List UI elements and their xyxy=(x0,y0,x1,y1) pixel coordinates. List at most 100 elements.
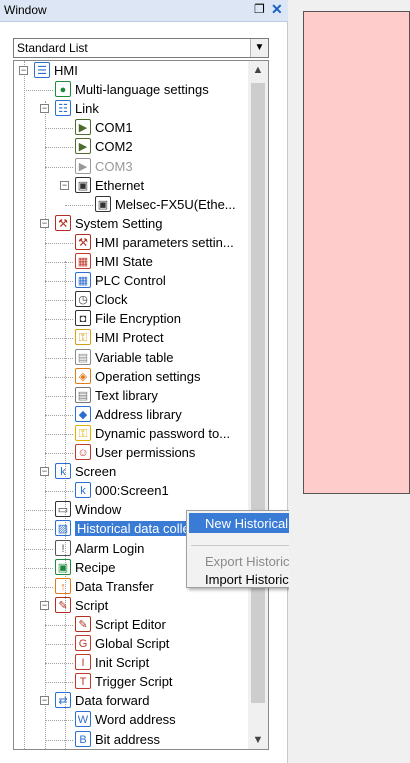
scroll-down-icon[interactable]: ▼ xyxy=(248,731,268,749)
tree-item-label: User permissions xyxy=(95,445,196,460)
tree-connector xyxy=(45,147,73,149)
port-icon: ▶ xyxy=(75,119,91,136)
tree-item-label: Address library xyxy=(95,406,182,422)
tree-item-addrlib[interactable]: ◆ Address library xyxy=(14,405,248,424)
globe-icon: ● xyxy=(55,81,71,98)
scroll-up-icon[interactable]: ▲ xyxy=(248,61,268,79)
pin-icon[interactable]: ❐ xyxy=(254,2,265,16)
tree-connector xyxy=(45,739,73,741)
collapse-toggle-icon[interactable]: − xyxy=(19,66,28,75)
operation-icon: ◈ xyxy=(75,367,91,384)
tree-connector xyxy=(45,166,73,168)
scroll-thumb[interactable] xyxy=(251,83,265,703)
view-mode-select[interactable]: Standard List ▼ xyxy=(13,38,269,58)
collapse-toggle-icon[interactable]: − xyxy=(40,104,49,114)
tree-item-userperm[interactable]: ☺ User permissions xyxy=(14,444,248,462)
tree-item-com2[interactable]: ▶ COM2 xyxy=(14,138,248,156)
collapse-toggle-icon[interactable]: − xyxy=(40,467,49,477)
tree-item-vartable[interactable]: ▤ Variable table xyxy=(14,348,248,367)
chevron-down-icon[interactable]: ▼ xyxy=(250,39,268,57)
tree-item-clock[interactable]: ◷ Clock xyxy=(14,291,248,309)
text-library-icon: ▤ xyxy=(75,386,91,403)
tree-item-label: Window xyxy=(75,502,122,518)
screen-page-icon: k xyxy=(75,482,91,499)
tree-item-hmiparams[interactable]: ⚒ HMI parameters settin... xyxy=(14,233,248,252)
tree-item-label: COM1 xyxy=(95,120,133,136)
tree-connector xyxy=(45,395,73,397)
tree-item-ethernet[interactable]: − ▣ Ethernet xyxy=(14,176,248,195)
tree-item-label: Init Script xyxy=(95,655,150,671)
ethernet-device-icon: ▣ xyxy=(95,195,111,212)
users-icon: ☺ xyxy=(75,444,91,460)
tree-item-screen1[interactable]: k 000:Screen1 xyxy=(14,482,248,500)
tree-item-hmi[interactable]: − ☰ HMI xyxy=(14,62,248,80)
global-script-icon: G xyxy=(75,635,91,651)
tree-connector xyxy=(45,357,73,359)
tree-connector xyxy=(65,204,93,206)
script-editor-icon: ✎ xyxy=(75,615,91,632)
tree-item-fileenc[interactable]: ◘ File Encryption xyxy=(14,310,248,328)
tree-item-opset[interactable]: ◈ Operation settings xyxy=(14,367,248,386)
tree-item-wordaddr[interactable]: W Word address xyxy=(14,711,248,729)
tree-item-initscript[interactable]: I Init Script xyxy=(14,654,248,672)
tree-item-bitaddr[interactable]: B Bit address xyxy=(14,730,248,749)
bit-address-icon: B xyxy=(75,730,91,747)
tree-item-melsec[interactable]: ▣ Melsec-FX5U(Ethe... xyxy=(14,195,248,214)
tree-connector xyxy=(45,433,73,435)
tree-item-com1[interactable]: ▶ COM1 xyxy=(14,119,248,137)
tree-connector xyxy=(45,242,73,244)
tree-item-multilang[interactable]: ● Multi-language settings xyxy=(14,81,248,99)
link-icon: ☷ xyxy=(55,100,71,117)
tree-connector xyxy=(45,624,73,626)
close-icon[interactable]: ✕ xyxy=(271,1,283,18)
tree-item-label: Clock xyxy=(95,292,128,308)
collapse-toggle-icon[interactable]: − xyxy=(60,180,69,190)
tree-item-sysset[interactable]: − ⚒ System Setting xyxy=(14,214,248,233)
collapse-toggle-icon[interactable]: − xyxy=(40,218,49,228)
tree-item-label: Melsec-FX5U(Ethe... xyxy=(115,196,236,212)
collapse-toggle-icon[interactable]: − xyxy=(40,696,49,706)
tree-item-textlib[interactable]: ▤ Text library xyxy=(14,386,248,405)
alarm-icon: ! xyxy=(55,539,71,556)
tree-connector xyxy=(45,262,73,263)
tree-connector xyxy=(45,663,73,665)
tree-connector xyxy=(24,510,53,512)
tree-item-plccontrol[interactable]: ▦ PLC Control xyxy=(14,272,248,290)
tree-scrollbar[interactable]: ▲ ▼ xyxy=(248,61,268,749)
tree-item-hmiprotect[interactable]: ⚿ HMI Protect xyxy=(14,329,248,347)
tree-connector xyxy=(45,300,73,302)
tree-item-scripteditor[interactable]: ✎ Script Editor xyxy=(14,615,248,634)
tree-connector xyxy=(45,453,73,454)
tree-connector xyxy=(45,319,73,321)
tree-item-label: Multi-language settings xyxy=(75,82,209,98)
tree-item-screen[interactable]: − k Screen xyxy=(14,463,248,481)
collapse-toggle-icon[interactable]: − xyxy=(40,600,49,610)
tree-item-triggerscript[interactable]: T Trigger Script xyxy=(14,673,248,691)
tree-item-label: Link xyxy=(75,101,99,117)
tree-connector xyxy=(45,720,73,722)
address-library-icon: ◆ xyxy=(75,405,91,422)
tree-item-com3[interactable]: ▶ COM3 xyxy=(14,157,248,176)
forward-icon: ⇄ xyxy=(55,692,71,709)
tree-connector xyxy=(45,128,73,130)
tree-item-label: Variable table xyxy=(95,349,174,365)
tree-item-globalscript[interactable]: G Global Script xyxy=(14,635,248,653)
tree-item-dynpwd[interactable]: ⚿ Dynamic password to... xyxy=(14,424,248,443)
screen-canvas[interactable] xyxy=(303,11,410,494)
tree-connector xyxy=(24,567,53,569)
project-tree[interactable]: − ☰ HMI ● Multi-language settings − ☷ Link ▶ COM1… xyxy=(13,60,269,750)
tree-item-link[interactable]: − ☷ Link xyxy=(14,100,248,118)
tools-icon: ⚒ xyxy=(75,233,91,250)
tree-item-label: HMI xyxy=(54,63,78,78)
tree-item-label: Global Script xyxy=(95,636,170,651)
plc-icon: ▦ xyxy=(75,272,91,289)
tree-item-label: Bit address xyxy=(95,731,161,747)
tree-item-script[interactable]: − ✎ Script xyxy=(14,596,248,615)
tree-item-label: Script xyxy=(75,597,109,613)
tree-item-dataforward[interactable]: − ⇄ Data forward xyxy=(14,692,248,710)
tree-item-hmistate[interactable]: ▦ HMI State xyxy=(14,253,248,271)
tree-item-label: COM2 xyxy=(95,139,133,155)
tree-item-label: Data Transfer xyxy=(75,578,154,594)
tools-icon: ⚒ xyxy=(55,214,71,231)
tree-item-label: Historical data collect xyxy=(75,521,202,537)
